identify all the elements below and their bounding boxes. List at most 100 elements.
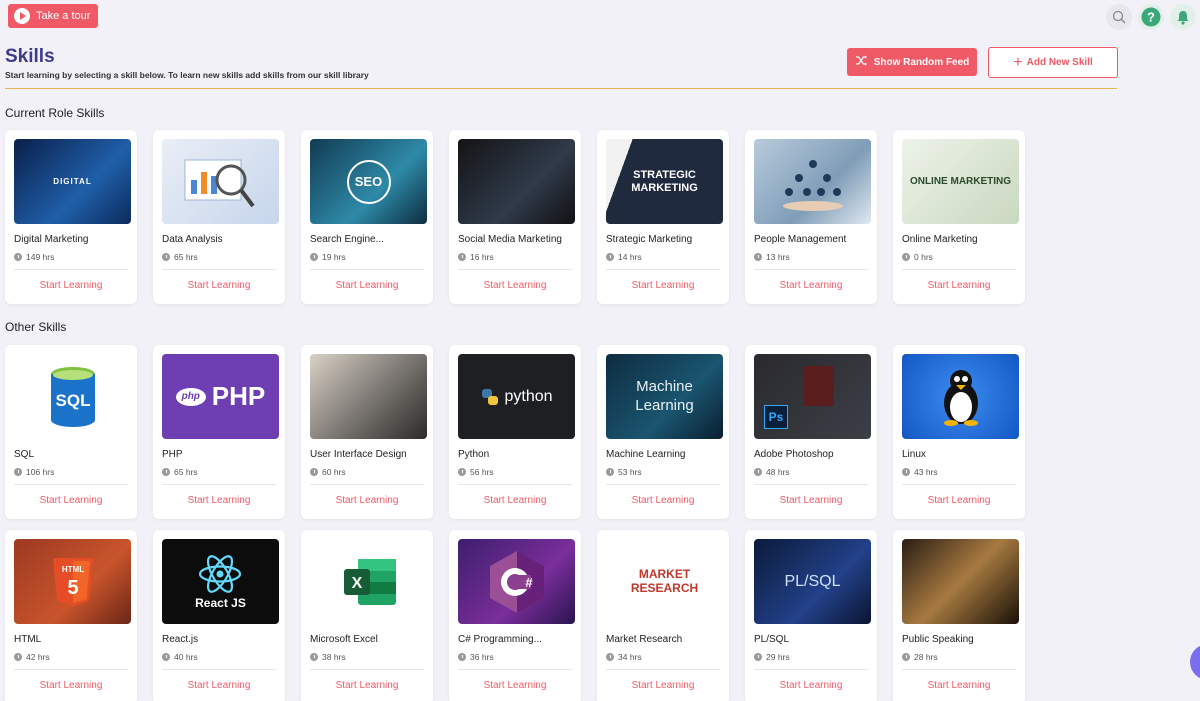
skill-card[interactable]: HTML 5 HTML 42 hrs Start Learning — [5, 530, 137, 701]
start-learning-link[interactable]: Start Learning — [893, 680, 1025, 691]
skill-card[interactable]: User Interface Design 60 hrs Start Learn… — [301, 345, 433, 519]
card-divider — [14, 669, 128, 670]
machine-learning-image: Machine Learning — [606, 354, 723, 439]
clock-icon — [458, 653, 466, 661]
skill-hours-value: 42 hrs — [26, 652, 50, 662]
excel-logo: X — [310, 539, 427, 624]
start-learning-link[interactable]: Start Learning — [745, 495, 877, 506]
start-learning-link[interactable]: Start Learning — [745, 680, 877, 691]
clock-icon — [606, 253, 614, 261]
skill-name: PHP — [162, 449, 183, 460]
start-learning-link[interactable]: Start Learning — [597, 495, 729, 506]
skill-hours: 14 hrs — [606, 252, 642, 262]
skill-hours-value: 19 hrs — [322, 252, 346, 262]
skill-hours: 34 hrs — [606, 652, 642, 662]
card-divider — [310, 269, 424, 270]
start-learning-link[interactable]: Start Learning — [597, 280, 729, 291]
current-role-skills-row: DIGITAL Digital Marketing 149 hrs Start … — [5, 130, 1025, 304]
skill-hours: 36 hrs — [458, 652, 494, 662]
skill-name: Search Engine... — [310, 234, 384, 245]
skill-card[interactable]: React JS React.js 40 hrs Start Learning — [153, 530, 285, 701]
skill-card[interactable]: php PHP PHP 65 hrs Start Learning — [153, 345, 285, 519]
skill-name: Strategic Marketing — [606, 234, 693, 245]
start-learning-link[interactable]: Start Learning — [597, 680, 729, 691]
skill-card[interactable]: SEO Search Engine... 19 hrs Start Learni… — [301, 130, 433, 304]
start-learning-link[interactable]: Start Learning — [893, 495, 1025, 506]
bell-icon[interactable] — [1170, 4, 1196, 30]
svg-text:SQL: SQL — [55, 391, 90, 410]
skill-card[interactable]: X Microsoft Excel 38 hrs Start Learning — [301, 530, 433, 701]
skill-card[interactable]: STRATEGIC MARKETING Strategic Marketing … — [597, 130, 729, 304]
skill-card[interactable]: SQL SQL 106 hrs Start Learning — [5, 345, 137, 519]
public-speaking-image — [902, 539, 1019, 624]
start-learning-link[interactable]: Start Learning — [153, 680, 285, 691]
clock-icon — [754, 653, 762, 661]
help-icon[interactable]: ? — [1138, 4, 1164, 30]
skill-hours-value: 13 hrs — [766, 252, 790, 262]
skill-card[interactable]: Machine Learning Machine Learning 53 hrs… — [597, 345, 729, 519]
clock-icon — [14, 253, 22, 261]
page-subtitle: Start learning by selecting a skill belo… — [5, 70, 369, 80]
skill-card[interactable]: Linux 43 hrs Start Learning — [893, 345, 1025, 519]
start-learning-link[interactable]: Start Learning — [153, 280, 285, 291]
start-learning-link[interactable]: Start Learning — [5, 280, 137, 291]
skill-card[interactable]: Social Media Marketing 16 hrs Start Lear… — [449, 130, 581, 304]
show-random-feed-button[interactable]: Show Random Feed — [847, 48, 977, 76]
skill-card[interactable]: python Python 56 hrs Start Learning — [449, 345, 581, 519]
start-learning-link[interactable]: Start Learning — [449, 280, 581, 291]
card-divider — [310, 484, 424, 485]
current-role-skills-heading: Current Role Skills — [5, 106, 105, 120]
skill-card[interactable]: PL/SQL PL/SQL 29 hrs Start Learning — [745, 530, 877, 701]
start-learning-link[interactable]: Start Learning — [449, 680, 581, 691]
skill-hours-value: 43 hrs — [914, 467, 938, 477]
skill-hours-value: 65 hrs — [174, 467, 198, 477]
start-learning-link[interactable]: Start Learning — [745, 280, 877, 291]
skill-card[interactable]: Ps Adobe Photoshop 48 hrs Start Learning — [745, 345, 877, 519]
start-learning-link[interactable]: Start Learning — [449, 495, 581, 506]
card-divider — [606, 484, 720, 485]
card-divider — [902, 269, 1016, 270]
start-learning-link[interactable]: Start Learning — [301, 495, 433, 506]
ui-design-image — [310, 354, 427, 439]
card-divider — [14, 269, 128, 270]
plus-icon: + — [1013, 53, 1023, 71]
clock-icon — [162, 468, 170, 476]
phone-social-image — [458, 139, 575, 224]
add-new-skill-button[interactable]: + Add New Skill — [988, 47, 1118, 78]
search-icon[interactable] — [1106, 4, 1132, 30]
csharp-logo: # — [458, 539, 575, 624]
skill-hours-value: 28 hrs — [914, 652, 938, 662]
skill-card[interactable]: People Management 13 hrs Start Learning — [745, 130, 877, 304]
skill-card[interactable]: ONLINE MARKETING Online Marketing 0 hrs … — [893, 130, 1025, 304]
skill-name: Python — [458, 449, 490, 460]
start-learning-link[interactable]: Start Learning — [301, 680, 433, 691]
skill-card[interactable]: Public Speaking 28 hrs Start Learning — [893, 530, 1025, 701]
skill-card[interactable]: # C# Programming... 36 hrs Start Learnin… — [449, 530, 581, 701]
html5-logo: HTML 5 — [14, 539, 131, 624]
skill-name: Data Analysis — [162, 234, 223, 245]
card-divider — [458, 269, 572, 270]
seo-image: SEO — [310, 139, 427, 224]
start-learning-link[interactable]: Start Learning — [893, 280, 1025, 291]
skill-name: People Management — [754, 234, 847, 245]
magnifier-chart-image — [162, 139, 279, 224]
skill-name: SQL — [14, 449, 35, 460]
clock-icon — [754, 468, 762, 476]
skill-card[interactable]: Data Analysis 65 hrs Start Learning — [153, 130, 285, 304]
skill-name: Linux — [902, 449, 926, 460]
plsql-image: PL/SQL — [754, 539, 871, 624]
skill-hours: 29 hrs — [754, 652, 790, 662]
start-learning-link[interactable]: Start Learning — [301, 280, 433, 291]
skill-hours: 16 hrs — [458, 252, 494, 262]
start-learning-link[interactable]: Start Learning — [153, 495, 285, 506]
skill-card[interactable]: MARKET RESEARCH Market Research 34 hrs S… — [597, 530, 729, 701]
start-learning-link[interactable]: Start Learning — [5, 495, 137, 506]
php-logo: php PHP — [162, 354, 279, 439]
chat-widget-button[interactable] — [1190, 644, 1200, 680]
skill-hours-value: 34 hrs — [618, 652, 642, 662]
skill-card[interactable]: DIGITAL Digital Marketing 149 hrs Start … — [5, 130, 137, 304]
start-learning-link[interactable]: Start Learning — [5, 680, 137, 691]
skill-hours-value: 60 hrs — [322, 467, 346, 477]
digital-marketing-image: DIGITAL — [14, 139, 131, 224]
take-a-tour-button[interactable]: Take a tour — [8, 4, 99, 28]
